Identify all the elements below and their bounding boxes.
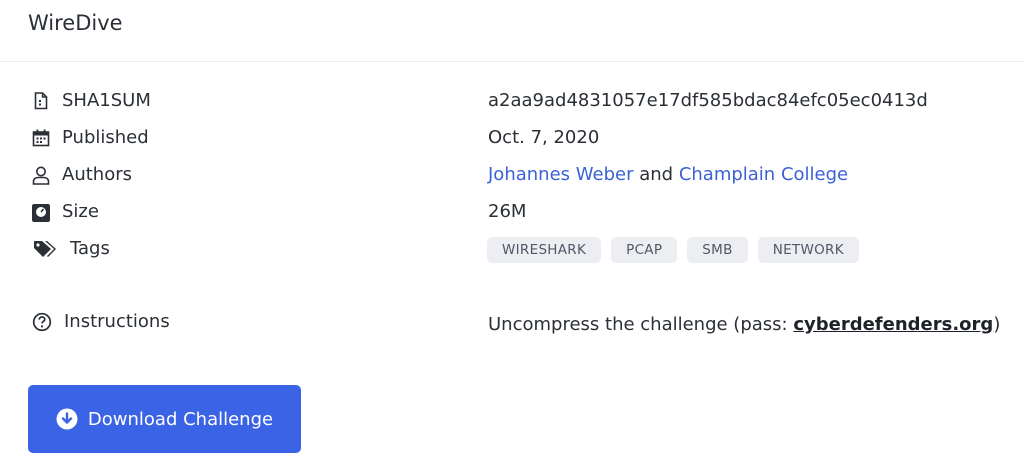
question-circle-icon xyxy=(32,312,52,332)
tag-badge[interactable]: WIRESHARK xyxy=(487,237,602,263)
published-value: Oct. 7, 2020 xyxy=(488,127,600,148)
authors-separator: and xyxy=(639,164,674,185)
author-link[interactable]: Champlain College xyxy=(679,164,848,185)
detail-row-instructions: Instructions Uncompress the challenge (p… xyxy=(0,308,1024,338)
instructions-suffix: ) xyxy=(993,314,1001,335)
detail-label: Tags xyxy=(70,238,110,259)
scale-icon xyxy=(31,202,51,222)
detail-row-tags: Tags WIRESHARK PCAP SMB NETWORK xyxy=(0,235,1024,265)
instructions-value: Uncompress the challenge (pass: cyberdef… xyxy=(488,314,1000,335)
download-button-label: Download Challenge xyxy=(87,408,274,430)
page-header: WireDive xyxy=(0,0,1024,62)
user-icon xyxy=(31,165,51,185)
password-link[interactable]: cyberdefenders.org xyxy=(793,314,993,335)
detail-label: Instructions xyxy=(64,311,170,332)
tag-list: WIRESHARK PCAP SMB NETWORK xyxy=(487,237,859,263)
detail-row-sha1: SHA1SUM a2aa9ad4831057e17df585bdac84efc0… xyxy=(0,87,1024,117)
size-value: 26M xyxy=(488,201,527,222)
instructions-prefix: Uncompress the challenge (pass: xyxy=(488,314,794,335)
page-title: WireDive xyxy=(28,11,123,35)
detail-row-size: Size 26M xyxy=(0,198,1024,228)
tag-badge[interactable]: SMB xyxy=(687,237,748,263)
calendar-icon xyxy=(31,128,51,148)
download-challenge-button[interactable]: Download Challenge xyxy=(28,385,301,453)
detail-label: Authors xyxy=(62,164,132,185)
detail-row-authors: Authors Johannes Weber and Champlain Col… xyxy=(0,161,1024,191)
detail-label: Published xyxy=(62,127,149,148)
download-circle-icon xyxy=(56,408,78,430)
author-link[interactable]: Johannes Weber xyxy=(488,164,633,185)
tag-badge[interactable]: PCAP xyxy=(611,237,678,263)
detail-label: SHA1SUM xyxy=(62,90,151,111)
authors-value: Johannes Weber and Champlain College xyxy=(488,164,848,185)
tag-badge[interactable]: NETWORK xyxy=(757,237,859,263)
detail-label: Size xyxy=(62,201,99,222)
tags-icon xyxy=(33,239,57,259)
sha1-value: a2aa9ad4831057e17df585bdac84efc05ec0413d xyxy=(488,90,928,111)
file-hash-icon xyxy=(31,91,51,111)
detail-row-published: Published Oct. 7, 2020 xyxy=(0,124,1024,154)
